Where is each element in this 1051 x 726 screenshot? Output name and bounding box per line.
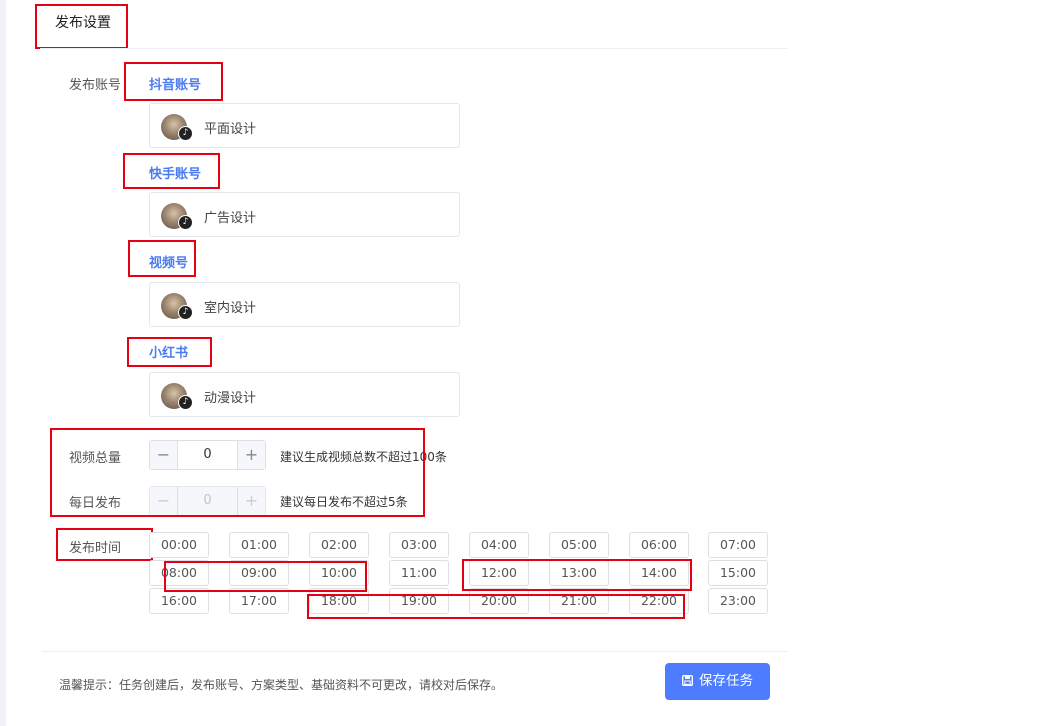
- time-slot[interactable]: 03:00: [389, 532, 449, 558]
- time-slot[interactable]: 06:00: [629, 532, 689, 558]
- time-slot[interactable]: 21:00: [549, 588, 609, 614]
- decrement-button[interactable]: −: [150, 441, 178, 469]
- save-task-button[interactable]: 保存任务: [665, 663, 770, 700]
- daily-hint: 建议每日发布不超过5条: [280, 495, 408, 509]
- time-slot[interactable]: 17:00: [229, 588, 289, 614]
- daily-label: 每日发布: [69, 496, 122, 511]
- divider: [42, 651, 788, 652]
- platform-label-douyin: 抖音账号: [149, 78, 202, 93]
- time-slot[interactable]: 18:00: [309, 588, 369, 614]
- time-slot[interactable]: 12:00: [469, 560, 529, 586]
- time-label: 发布时间: [69, 541, 122, 556]
- time-slot[interactable]: 23:00: [708, 588, 768, 614]
- tiktok-icon: ♪: [178, 215, 193, 230]
- time-slot[interactable]: 16:00: [149, 588, 209, 614]
- tiktok-icon: ♪: [178, 395, 193, 410]
- time-slot[interactable]: 10:00: [309, 560, 369, 586]
- account-name: 平面设计: [204, 122, 257, 137]
- time-slot[interactable]: 00:00: [149, 532, 209, 558]
- decrement-button[interactable]: −: [150, 487, 178, 515]
- account-card[interactable]: ♪ 动漫设计: [149, 372, 460, 417]
- platform-label-kuaishou: 快手账号: [149, 167, 202, 182]
- time-slot[interactable]: 15:00: [708, 560, 768, 586]
- account-name: 室内设计: [204, 301, 257, 316]
- account-card[interactable]: ♪ 平面设计: [149, 103, 460, 148]
- time-slot[interactable]: 08:00: [149, 560, 209, 586]
- time-slot[interactable]: 04:00: [469, 532, 529, 558]
- warning-tip: 温馨提示：任务创建后，发布账号、方案类型、基础资料不可更改，请校对后保存。: [59, 678, 504, 692]
- account-name: 动漫设计: [204, 391, 257, 406]
- time-slot[interactable]: 09:00: [229, 560, 289, 586]
- total-value[interactable]: 0: [178, 441, 237, 469]
- total-label: 视频总量: [69, 451, 122, 466]
- tiktok-icon: ♪: [178, 305, 193, 320]
- page-title: 发布设置: [55, 15, 111, 31]
- platform-label-shipinhao: 视频号: [149, 256, 189, 271]
- platform-label-xiaohongshu: 小红书: [149, 346, 189, 361]
- time-slot[interactable]: 05:00: [549, 532, 609, 558]
- increment-button[interactable]: +: [237, 441, 265, 469]
- time-slot[interactable]: 13:00: [549, 560, 609, 586]
- time-slot[interactable]: 01:00: [229, 532, 289, 558]
- time-slot[interactable]: 14:00: [629, 560, 689, 586]
- daily-value[interactable]: 0: [178, 487, 237, 515]
- time-slot[interactable]: 22:00: [629, 588, 689, 614]
- time-slot[interactable]: 11:00: [389, 560, 449, 586]
- divider: [40, 48, 788, 49]
- account-card[interactable]: ♪ 室内设计: [149, 282, 460, 327]
- time-slot[interactable]: 20:00: [469, 588, 529, 614]
- time-slot[interactable]: 19:00: [389, 588, 449, 614]
- accounts-label: 发布账号: [69, 78, 122, 93]
- account-name: 广告设计: [204, 211, 257, 226]
- left-rail: [0, 0, 6, 726]
- account-card[interactable]: ♪ 广告设计: [149, 192, 460, 237]
- increment-button[interactable]: +: [237, 487, 265, 515]
- total-stepper[interactable]: − 0 +: [149, 440, 266, 470]
- time-slot[interactable]: 07:00: [708, 532, 768, 558]
- daily-stepper[interactable]: − 0 +: [149, 486, 266, 516]
- save-label: 保存任务: [699, 673, 753, 689]
- tiktok-icon: ♪: [178, 126, 193, 141]
- total-hint: 建议生成视频总数不超过100条: [280, 450, 447, 464]
- save-icon: [681, 663, 694, 700]
- time-slot[interactable]: 02:00: [309, 532, 369, 558]
